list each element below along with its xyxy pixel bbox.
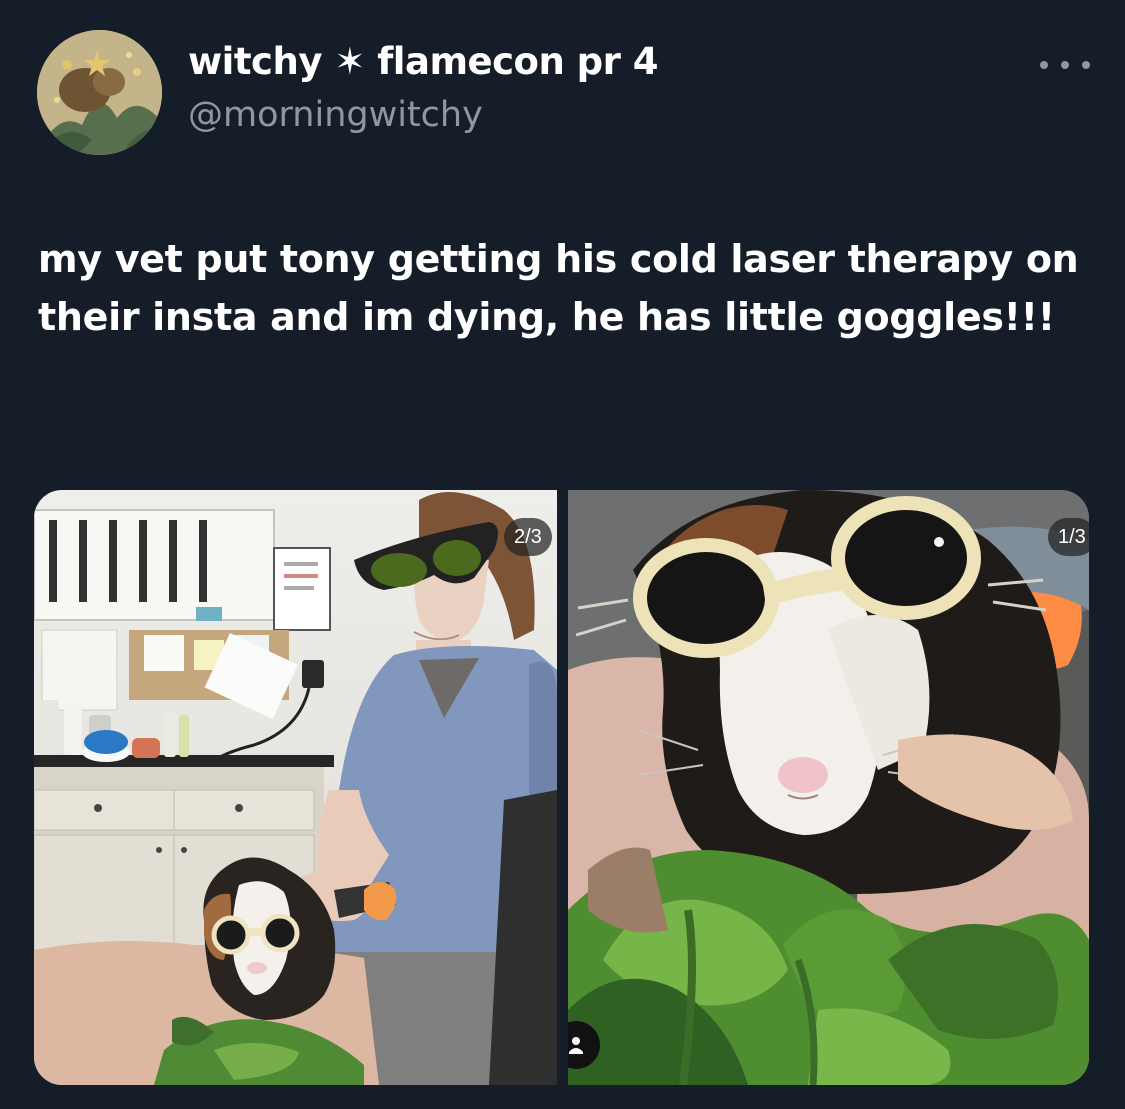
image-counter-left: 2/3 xyxy=(504,518,552,556)
more-dot xyxy=(1061,61,1069,69)
more-dot xyxy=(1040,61,1048,69)
image-counter-right: 1/3 xyxy=(1048,518,1089,556)
avatar-illustration xyxy=(37,30,162,155)
author-avatar[interactable] xyxy=(37,30,162,155)
media-image-vet-laser-therapy[interactable]: 2/3 xyxy=(34,490,557,1085)
post-text: my vet put tony getting his cold laser t… xyxy=(38,237,1079,339)
author-handle[interactable]: @morningwitchy xyxy=(188,95,483,135)
more-dot xyxy=(1082,61,1090,69)
author-display-name[interactable]: witchy ✶ flamecon pr 4 xyxy=(188,40,659,83)
media-gallery[interactable]: 2/3 1/3 xyxy=(34,490,1089,1085)
media-image-guinea-pig-goggles[interactable]: 1/3 xyxy=(568,490,1089,1085)
more-options-icon[interactable] xyxy=(1040,50,1090,80)
